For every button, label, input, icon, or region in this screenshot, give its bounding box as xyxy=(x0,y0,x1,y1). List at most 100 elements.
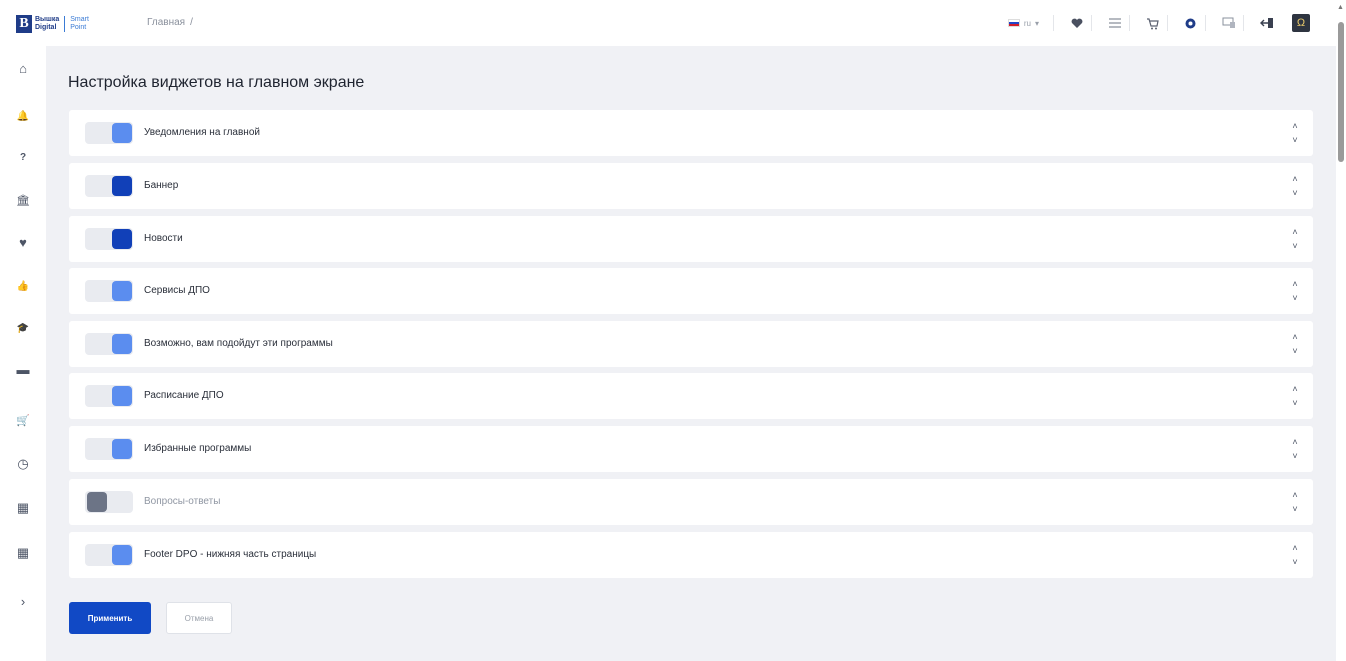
reorder-control[interactable]: ˄ ˅ xyxy=(1289,384,1301,408)
widget-label: Новости xyxy=(144,233,183,244)
widget-toggle[interactable] xyxy=(85,544,133,566)
widget-label: Вопросы-ответы xyxy=(144,496,221,507)
breadcrumb-home[interactable]: Главная xyxy=(147,17,185,28)
chevron-up-icon[interactable]: ˄ xyxy=(1292,437,1297,447)
widget-row[interactable]: Баннер ˄ ˅ xyxy=(69,163,1313,209)
toggle-knob xyxy=(112,545,132,565)
widget-toggle[interactable] xyxy=(85,175,133,197)
widget-toggle[interactable] xyxy=(85,122,133,144)
sidebar-item-education[interactable]: 🎓 xyxy=(13,318,33,338)
sidebar-item-notifications[interactable]: 🔔 xyxy=(13,106,33,126)
apply-button[interactable]: Применить xyxy=(69,602,151,634)
sidebar-item-portfolio[interactable]: ▦ xyxy=(13,498,33,518)
logo-line1: Вышка xyxy=(35,16,60,23)
page-title: Настройка виджетов на главном экране xyxy=(68,74,365,91)
home-icon: ⌂ xyxy=(19,60,27,76)
chevron-down-icon: ▾ xyxy=(1034,18,1039,28)
scroll-thumb[interactable] xyxy=(1338,22,1344,162)
widget-row[interactable]: Расписание ДПО ˄ ˅ xyxy=(69,373,1313,419)
folder-icon: ▬ xyxy=(16,361,30,377)
widget-label: Расписание ДПО xyxy=(144,390,224,401)
widget-toggle[interactable] xyxy=(85,228,133,250)
reorder-control[interactable]: ˄ ˅ xyxy=(1289,227,1301,251)
reorder-control[interactable]: ˄ ˅ xyxy=(1289,543,1301,567)
widget-label: Сервисы ДПО xyxy=(144,285,210,296)
toggle-knob xyxy=(112,123,132,143)
chevron-down-icon[interactable]: ˅ xyxy=(1292,241,1297,251)
widget-toggle[interactable] xyxy=(85,280,133,302)
reorder-control[interactable]: ˄ ˅ xyxy=(1289,437,1301,461)
sidebar-item-home[interactable]: ⌂ xyxy=(13,58,33,78)
chevron-up-icon[interactable]: ˄ xyxy=(1292,384,1297,394)
reorder-control[interactable]: ˄ ˅ xyxy=(1289,332,1301,356)
widget-row[interactable]: Footer DPO - нижняя часть страницы ˄ ˅ xyxy=(69,532,1313,578)
toggle-knob xyxy=(87,492,107,512)
language-selector[interactable]: ru ▾ xyxy=(1007,15,1054,31)
sidebar-item-portfolio-2[interactable]: ▦ xyxy=(13,543,33,563)
avatar[interactable]: Ω xyxy=(1292,14,1310,32)
reorder-control[interactable]: ˄ ˅ xyxy=(1289,490,1301,514)
widget-label: Возможно, вам подойдут эти программы xyxy=(144,338,333,349)
sidebar: ⌂ 🔔 ? 🏛 ♥ 👍 🎓 ▬ 🛒 ◷ ▦ ▦ › xyxy=(0,46,46,661)
sidebar-item-likes[interactable]: 👍 xyxy=(13,276,33,296)
sidebar-item-favorites[interactable]: ♥ xyxy=(13,232,33,252)
clock-icon: ◷ xyxy=(17,456,29,471)
chevron-down-icon[interactable]: ˅ xyxy=(1292,504,1297,514)
sidebar-expand-button[interactable]: › xyxy=(13,591,33,611)
logo-text: Вышка Digital xyxy=(35,16,59,32)
logo-divider xyxy=(64,16,66,32)
reorder-control[interactable]: ˄ ˅ xyxy=(1289,121,1301,145)
chevron-up-icon[interactable]: ˄ xyxy=(1292,227,1297,237)
widget-toggle[interactable] xyxy=(85,333,133,355)
chevron-down-icon[interactable]: ˅ xyxy=(1292,398,1297,408)
like-icon: 👍 xyxy=(16,280,30,292)
chevron-down-icon[interactable]: ˅ xyxy=(1292,135,1297,145)
widget-row[interactable]: Сервисы ДПО ˄ ˅ xyxy=(69,268,1313,314)
chevron-down-icon[interactable]: ˅ xyxy=(1292,451,1297,461)
settings-button[interactable] xyxy=(1176,15,1206,31)
logo[interactable]: В Вышка Digital Smart Point xyxy=(16,14,89,34)
chevron-up-icon[interactable]: ˄ xyxy=(1292,332,1297,342)
sidebar-item-university[interactable]: 🏛 xyxy=(13,190,33,210)
chevron-down-icon[interactable]: ˅ xyxy=(1292,293,1297,303)
widget-toggle[interactable] xyxy=(85,491,133,513)
cart-button[interactable] xyxy=(1138,15,1168,31)
page-scrollbar[interactable]: ▲ xyxy=(1336,0,1346,661)
logo-mark-icon: В xyxy=(16,15,32,33)
cart-icon xyxy=(1147,17,1159,29)
language-code: ru xyxy=(1023,18,1031,28)
sidebar-item-documents[interactable]: ▬ xyxy=(13,359,33,379)
sidebar-item-help[interactable]: ? xyxy=(13,147,33,167)
sidebar-item-cart[interactable]: 🛒 xyxy=(13,410,33,430)
chevron-up-icon[interactable]: ˄ xyxy=(1292,490,1297,500)
chevron-up-icon[interactable]: ˄ xyxy=(1292,543,1297,553)
chevron-down-icon[interactable]: ˅ xyxy=(1292,346,1297,356)
reorder-control[interactable]: ˄ ˅ xyxy=(1289,174,1301,198)
university-icon: 🏛 xyxy=(16,194,30,207)
chevron-up-icon[interactable]: ˄ xyxy=(1292,279,1297,289)
toggle-knob xyxy=(112,229,132,249)
reorder-control[interactable]: ˄ ˅ xyxy=(1289,279,1301,303)
chevron-down-icon[interactable]: ˅ xyxy=(1292,188,1297,198)
widget-row[interactable]: Возможно, вам подойдут эти программы ˄ ˅ xyxy=(69,321,1313,367)
widget-label: Footer DPO - нижняя часть страницы xyxy=(144,549,317,560)
widget-toggle[interactable] xyxy=(85,385,133,407)
scroll-up-icon[interactable]: ▲ xyxy=(1337,4,1344,11)
monitor-button[interactable] xyxy=(1214,15,1244,31)
chevron-down-icon[interactable]: ˅ xyxy=(1292,557,1297,567)
logout-button[interactable] xyxy=(1252,15,1282,31)
chevron-up-icon[interactable]: ˄ xyxy=(1292,121,1297,131)
sidebar-item-history[interactable]: ◷ xyxy=(13,454,33,474)
top-header: В Вышка Digital Smart Point Главная / ru… xyxy=(0,0,1336,46)
widget-row[interactable]: Уведомления на главной ˄ ˅ xyxy=(69,110,1313,156)
favorites-button[interactable] xyxy=(1062,15,1092,31)
toggle-knob xyxy=(112,334,132,354)
widget-row[interactable]: Вопросы-ответы ˄ ˅ xyxy=(69,479,1313,525)
cancel-button[interactable]: Отмена xyxy=(166,602,232,634)
chevron-up-icon[interactable]: ˄ xyxy=(1292,174,1297,184)
widget-row[interactable]: Новости ˄ ˅ xyxy=(69,216,1313,262)
widget-toggle[interactable] xyxy=(85,438,133,460)
list-button[interactable] xyxy=(1100,15,1130,31)
widget-row[interactable]: Избранные программы ˄ ˅ xyxy=(69,426,1313,472)
widget-label: Уведомления на главной xyxy=(144,127,260,138)
